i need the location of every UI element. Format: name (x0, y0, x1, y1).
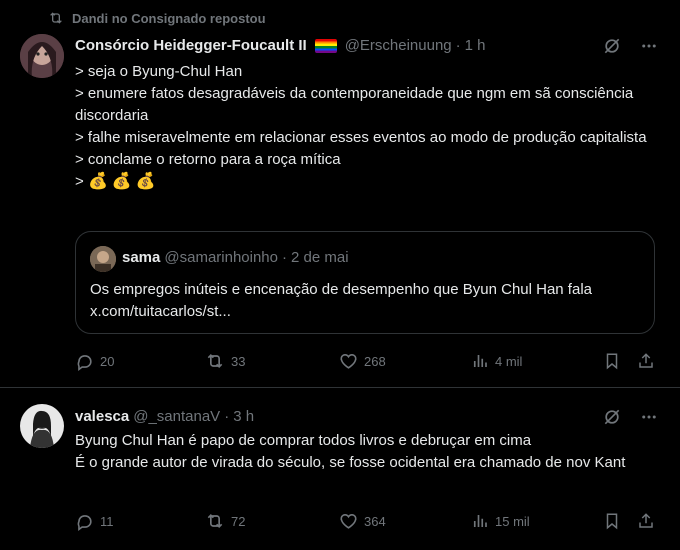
post-corner-actions (602, 36, 658, 56)
avatar[interactable] (20, 34, 64, 78)
share-button[interactable] (637, 509, 655, 533)
like-icon (339, 352, 358, 371)
like-count: 268 (364, 353, 386, 369)
author-name[interactable]: Consórcio Heidegger-Foucault II (75, 37, 307, 54)
reply-count: 11 (100, 513, 114, 529)
action-bar: 11 72 364 15 mil (75, 509, 660, 533)
action-bar: 20 33 268 4 mil (75, 349, 660, 373)
share-icon (637, 352, 655, 370)
reply-count: 20 (100, 353, 115, 369)
share-icon (637, 512, 655, 530)
post-text: > seja o Byung-Chul Han > enumere fatos … (75, 61, 660, 193)
line-prefix: > (75, 173, 84, 190)
repost-count: 33 (231, 353, 246, 369)
money-bag-emoji: 💰 (135, 173, 156, 190)
quote-text: Os empregos inúteis e encenação de desem… (90, 281, 592, 320)
text-line: > enumere fatos desagradáveis da contemp… (75, 85, 634, 124)
more-icon[interactable] (640, 408, 658, 426)
author-handle[interactable]: @Erscheinuung (345, 37, 452, 54)
quote-date[interactable]: 2 de mai (291, 249, 349, 266)
bookmark-icon (603, 512, 621, 530)
repost-by-label: Dandi no Consignado repostou (72, 10, 266, 26)
reply-icon (75, 352, 94, 371)
views-button[interactable]: 4 mil (471, 349, 522, 373)
text-line: > conclame o retorno para a roça mítica (75, 151, 341, 168)
quote-avatar[interactable] (90, 246, 116, 272)
repost-button[interactable]: 33 (205, 349, 245, 373)
author-name[interactable]: valesca (75, 408, 129, 425)
repost-icon (205, 351, 225, 371)
separator-dot: · (224, 408, 230, 425)
share-button[interactable] (637, 349, 655, 373)
views-count: 4 mil (495, 353, 523, 369)
money-bag-emoji: 💰 (87, 173, 108, 190)
grok-icon[interactable] (602, 407, 622, 427)
post-text: Byung Chul Han é papo de comprar todos l… (75, 432, 626, 471)
quote-author-name[interactable]: sama (122, 249, 160, 266)
post-consorcio[interactable]: Dandi no Consignado repostou Consórcio H… (0, 0, 680, 387)
more-icon[interactable] (640, 37, 658, 55)
author-handle[interactable]: @_santanaV (133, 408, 220, 425)
bookmark-icon (603, 352, 621, 370)
post-valesca[interactable]: valesca @_santanaV · 3 h Byung Chul Han … (0, 387, 680, 550)
reply-button[interactable]: 20 (75, 349, 114, 373)
like-icon (339, 512, 358, 531)
quote-header: sama @samarinhoinho · 2 de mai (122, 249, 349, 266)
post-corner-actions (602, 407, 658, 427)
text-line: > seja o Byung-Chul Han (75, 63, 243, 80)
text-line: > falhe miseravelmente em relacionar ess… (75, 129, 647, 146)
like-button[interactable]: 364 (339, 509, 386, 533)
separator-dot: · (282, 249, 287, 266)
post-header: Consórcio Heidegger-Foucault II @Erschei… (75, 37, 486, 54)
like-button[interactable]: 268 (339, 349, 386, 373)
post-time[interactable]: 1 h (465, 37, 486, 54)
like-count: 364 (364, 513, 386, 529)
quote-author-handle[interactable]: @samarinhoinho (164, 249, 278, 266)
views-button[interactable]: 15 mil (471, 509, 530, 533)
reply-button[interactable]: 11 (75, 509, 114, 533)
views-icon (471, 512, 489, 530)
grok-icon[interactable] (602, 36, 622, 56)
repost-button[interactable]: 72 (205, 509, 245, 533)
post-time[interactable]: 3 h (233, 408, 254, 425)
bookmark-button[interactable] (603, 509, 621, 533)
bookmark-button[interactable] (603, 349, 621, 373)
avatar[interactable] (20, 404, 64, 448)
separator-dot: · (455, 37, 461, 54)
post-header: valesca @_santanaV · 3 h (75, 408, 254, 425)
text-line-emoji: > 💰 💰 💰 (75, 171, 660, 193)
repost-count: 72 (231, 513, 246, 529)
views-count: 15 mil (495, 513, 530, 529)
repost-icon (205, 511, 225, 531)
rainbow-flag-icon (314, 38, 337, 53)
repost-icon (48, 10, 64, 26)
quoted-post[interactable]: sama @samarinhoinho · 2 de mai Os empreg… (75, 231, 655, 334)
repost-indicator[interactable]: Dandi no Consignado repostou (48, 10, 266, 26)
reply-icon (75, 512, 94, 531)
views-icon (471, 352, 489, 370)
money-bag-emoji: 💰 (111, 173, 132, 190)
